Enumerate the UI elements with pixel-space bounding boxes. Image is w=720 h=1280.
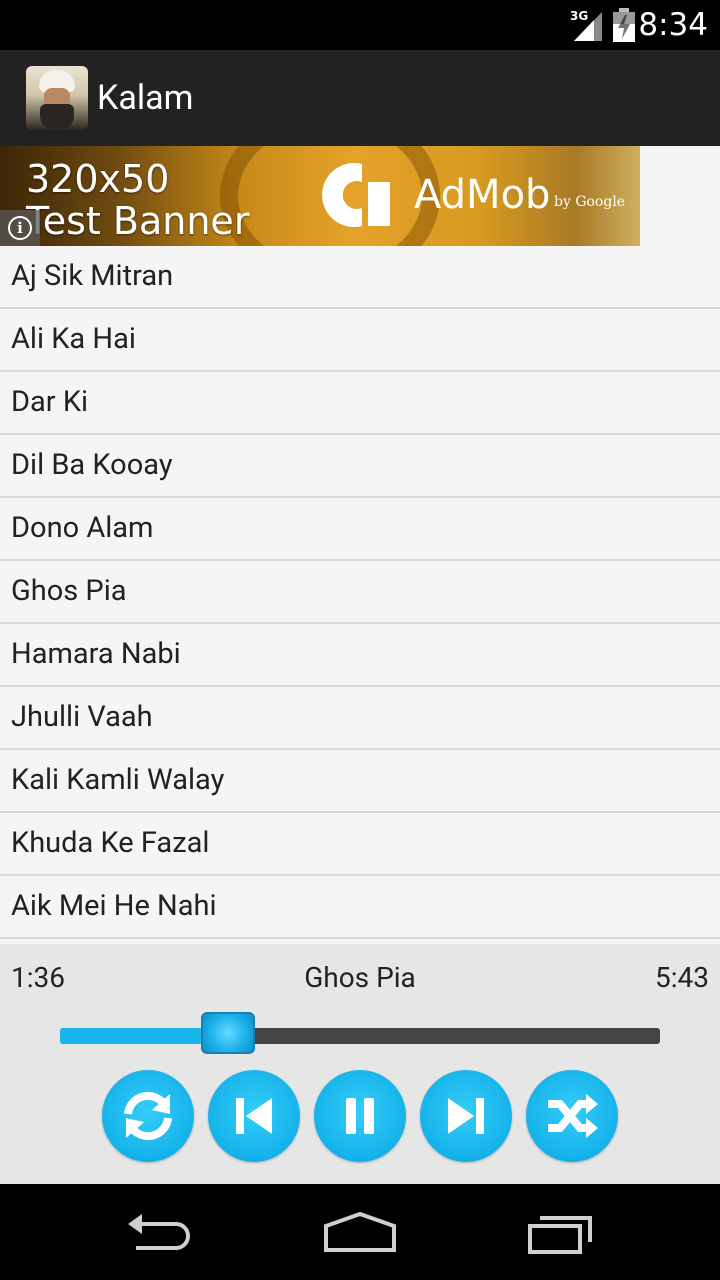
- admob-logo-icon: [322, 163, 390, 227]
- seek-thumb[interactable]: [201, 1012, 255, 1054]
- navigation-bar: [0, 1184, 720, 1280]
- info-icon: i: [8, 216, 32, 240]
- action-bar: Kalam: [0, 50, 720, 146]
- repeat-button[interactable]: [102, 1070, 194, 1162]
- app-title: Kalam: [97, 78, 194, 118]
- ad-size-label: 320x50: [26, 157, 170, 201]
- ad-banner[interactable]: 320x50 Test Banner AdMob by Google i: [0, 146, 640, 246]
- repeat-icon: [124, 1091, 172, 1141]
- list-item[interactable]: Ghos Pia: [0, 561, 720, 624]
- list-item[interactable]: Dar Ki: [0, 372, 720, 435]
- pause-button[interactable]: [314, 1070, 406, 1162]
- svg-text:3G: 3G: [570, 9, 588, 23]
- song-list: Aj Sik Mitran Ali Ka Hai Dar Ki Dil Ba K…: [0, 246, 720, 939]
- back-icon[interactable]: [120, 1202, 200, 1262]
- list-item[interactable]: Aj Sik Mitran: [0, 246, 720, 309]
- ad-text: 320x50 Test Banner: [26, 158, 249, 242]
- total-time: 5:43: [655, 961, 709, 994]
- list-item[interactable]: Kali Kamli Walay: [0, 750, 720, 813]
- ad-brand: AdMob: [414, 172, 551, 218]
- shuffle-icon: [548, 1094, 598, 1138]
- track-title: Ghos Pia: [304, 961, 416, 994]
- player-panel: 1:36 Ghos Pia 5:43: [0, 944, 720, 1184]
- content-area: 320x50 Test Banner AdMob by Google i Aj …: [0, 146, 720, 944]
- seek-bar[interactable]: [60, 1028, 660, 1044]
- pause-icon: [346, 1098, 374, 1134]
- ad-test-label: Test Banner: [26, 199, 250, 243]
- previous-icon: [236, 1098, 272, 1134]
- playback-controls: [0, 1070, 720, 1164]
- recents-icon[interactable]: [520, 1202, 600, 1262]
- battery-icon: [613, 8, 635, 42]
- previous-button[interactable]: [208, 1070, 300, 1162]
- status-clock: 8:34: [638, 7, 708, 43]
- shuffle-button[interactable]: [526, 1070, 618, 1162]
- next-button[interactable]: [420, 1070, 512, 1162]
- next-icon: [448, 1098, 484, 1134]
- list-item[interactable]: Aik Mei He Nahi: [0, 876, 720, 939]
- ad-by-google: by Google: [554, 194, 626, 210]
- list-item[interactable]: Khuda Ke Fazal: [0, 813, 720, 876]
- ad-info-button[interactable]: i: [0, 210, 40, 246]
- status-bar: 3G 8:34: [0, 0, 720, 50]
- home-icon[interactable]: [320, 1202, 400, 1262]
- list-item[interactable]: Dil Ba Kooay: [0, 435, 720, 498]
- list-item[interactable]: Jhulli Vaah: [0, 687, 720, 750]
- signal-3g-icon: 3G: [570, 9, 602, 41]
- list-item[interactable]: Dono Alam: [0, 498, 720, 561]
- app-icon[interactable]: [26, 66, 88, 130]
- list-item[interactable]: Ali Ka Hai: [0, 309, 720, 372]
- list-item[interactable]: Hamara Nabi: [0, 624, 720, 687]
